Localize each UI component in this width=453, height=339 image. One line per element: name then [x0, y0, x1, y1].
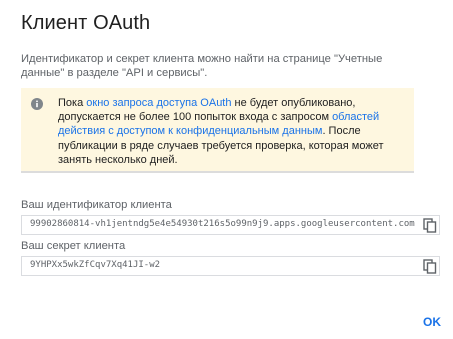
- client-secret-field[interactable]: 9YHPXx5wkZfCqv7Xq41JI-w2: [21, 256, 440, 276]
- notice-text: Пока окно запроса доступа OAuth не будет…: [58, 96, 406, 167]
- ok-button[interactable]: OK: [417, 312, 447, 332]
- client-secret-label: Ваш секрет клиента: [21, 240, 126, 252]
- notice-text-1: Пока: [58, 97, 87, 109]
- copy-client-secret-icon[interactable]: [423, 259, 437, 274]
- copy-client-id-icon[interactable]: [423, 218, 437, 233]
- client-secret-value[interactable]: 9YHPXx5wkZfCqv7Xq41JI-w2: [30, 260, 160, 270]
- publishing-notice: Пока окно запроса доступа OAuth не будет…: [21, 88, 414, 173]
- client-id-label: Ваш идентификатор клиента: [21, 199, 172, 211]
- dialog-title: Клиент OAuth: [21, 12, 151, 34]
- info-icon: [31, 98, 43, 110]
- client-id-field[interactable]: 99902860814-vh1jentndg5e4e54930t216s5o99…: [21, 215, 440, 235]
- consent-screen-link[interactable]: окно запроса доступа OAuth: [86, 97, 231, 109]
- client-id-value[interactable]: 99902860814-vh1jentndg5e4e54930t216s5o99…: [30, 219, 415, 229]
- dialog-description: Идентификатор и секрет клиента можно най…: [21, 53, 383, 79]
- oauth-client-dialog: Клиент OAuth Идентификатор и секрет клие…: [0, 0, 453, 339]
